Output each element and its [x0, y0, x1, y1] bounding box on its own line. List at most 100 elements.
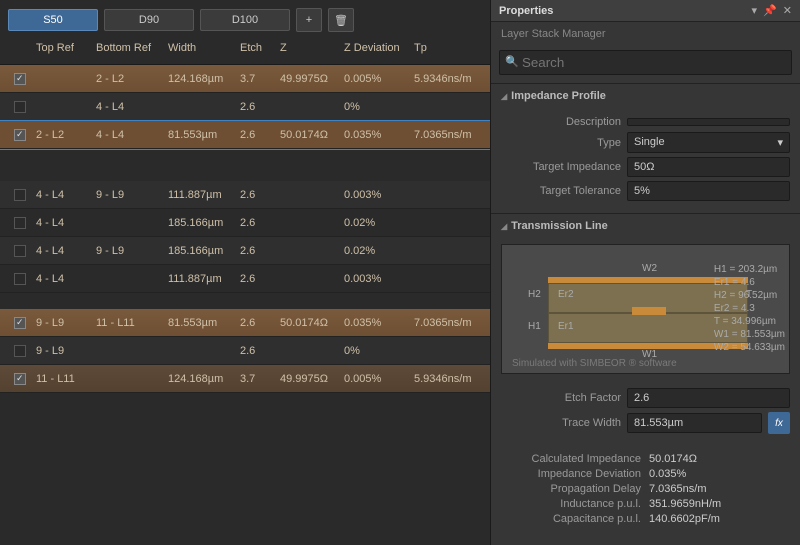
col-z-deviation[interactable]: Z Deviation [340, 40, 410, 56]
cell-tp: 5.9346ns/m [410, 371, 482, 387]
field-etch-factor[interactable]: 2.6 [627, 388, 790, 408]
cell-z [276, 249, 340, 253]
field-target-impedance[interactable]: 50Ω [627, 157, 790, 177]
row-checkbox[interactable] [14, 129, 26, 141]
chevron-down-icon: ▾ [777, 136, 783, 149]
cell-top-ref: 9 - L9 [32, 315, 92, 331]
pin-icon[interactable]: 📌 [763, 4, 777, 17]
table-row[interactable]: 4 - L42.60% [0, 93, 490, 121]
result-value: 50.0174Ω [649, 453, 697, 465]
cell-etch: 2.6 [236, 315, 276, 331]
cell-top-ref: 11 - L11 [32, 371, 92, 387]
table-row[interactable]: 11 - L11124.168µm3.749.9975Ω0.005%5.9346… [0, 365, 490, 393]
label-target-tolerance: Target Tolerance [501, 185, 621, 197]
simulation-note: Simulated with SIMBEOR ® software [512, 358, 677, 369]
cell-bottom-ref: 2 - L2 [92, 71, 164, 87]
row-checkbox[interactable] [14, 73, 26, 85]
cell-bottom-ref: 9 - L9 [92, 187, 164, 203]
col-tp[interactable]: Tp [410, 40, 482, 56]
cell-width: 185.166µm [164, 243, 236, 259]
row-checkbox[interactable] [14, 345, 26, 357]
cell-z: 50.0174Ω [276, 127, 340, 143]
result-label: Impedance Deviation [501, 468, 641, 480]
row-checkbox[interactable] [14, 217, 26, 229]
col-width[interactable]: Width [164, 40, 236, 56]
col-z[interactable]: Z [276, 40, 340, 56]
table-row[interactable]: 2 - L24 - L481.553µm2.650.0174Ω0.035%7.0… [0, 121, 490, 149]
label-description: Description [501, 116, 621, 128]
col-top-ref[interactable]: Top Ref [32, 40, 92, 56]
cell-width: 111.887µm [164, 187, 236, 203]
tab-d90[interactable]: D90 [104, 9, 194, 31]
cell-top-ref [32, 105, 92, 109]
fx-button[interactable]: fx [768, 412, 790, 434]
table-header: Top Ref Bottom Ref Width Etch Z Z Deviat… [0, 36, 490, 65]
cell-zd: 0.035% [340, 315, 410, 331]
cell-zd: 0% [340, 99, 410, 115]
table-row[interactable]: 2 - L2124.168µm3.749.9975Ω0.005%5.9346ns… [0, 65, 490, 93]
row-checkbox[interactable] [14, 101, 26, 113]
cell-z [276, 193, 340, 197]
cell-etch: 2.6 [236, 127, 276, 143]
table-row[interactable]: 4 - L49 - L9185.166µm2.60.02% [0, 237, 490, 265]
section-impedance-profile[interactable]: Impedance Profile [491, 84, 800, 108]
cell-width: 81.553µm [164, 127, 236, 143]
cell-width [164, 105, 236, 109]
result-label: Calculated Impedance [501, 453, 641, 465]
cell-zd: 0.003% [340, 271, 410, 287]
cell-zd: 0.005% [340, 371, 410, 387]
cell-bottom-ref: 4 - L4 [92, 127, 164, 143]
tab-s50[interactable]: S50 [8, 9, 98, 31]
table-row[interactable]: 4 - L4111.887µm2.60.003% [0, 265, 490, 293]
cell-z: 50.0174Ω [276, 315, 340, 331]
row-checkbox[interactable] [14, 189, 26, 201]
table-row[interactable]: 9 - L9 2.6 0% [0, 337, 490, 365]
col-bottom-ref[interactable]: Bottom Ref [92, 40, 164, 56]
dock-icon[interactable]: ▾ [752, 4, 758, 17]
cell-top-ref: 4 - L4 [32, 271, 92, 287]
cell-zd: 0% [340, 343, 410, 359]
cell-top-ref [32, 77, 92, 81]
table-body: 2 - L2124.168µm3.749.9975Ω0.005%5.9346ns… [0, 65, 490, 545]
table-row[interactable]: 4 - L4185.166µm2.60.02% [0, 209, 490, 237]
cell-top-ref: 4 - L4 [32, 215, 92, 231]
table-row[interactable]: 4 - L49 - L9111.887µm2.60.003% [0, 181, 490, 209]
cell-z [276, 277, 340, 281]
cell-z: 49.9975Ω [276, 71, 340, 87]
delete-profile-button[interactable]: 🗑 [328, 8, 354, 32]
result-label: Propagation Delay [501, 483, 641, 495]
cell-etch: 2.6 [236, 343, 276, 359]
table-row[interactable]: 9 - L911 - L1181.553µm2.650.0174Ω0.035%7… [0, 309, 490, 337]
cell-bottom-ref: 4 - L4 [92, 99, 164, 115]
profile-tabs: S50 D90 D100 + 🗑 [0, 0, 490, 36]
row-checkbox[interactable] [14, 317, 26, 329]
section-transmission-line[interactable]: Transmission Line [491, 214, 800, 238]
field-trace-width[interactable]: 81.553µm [627, 413, 762, 433]
add-profile-button[interactable]: + [296, 8, 322, 32]
close-icon[interactable]: ✕ [783, 4, 792, 17]
result-value: 140.6602pF/m [649, 513, 720, 525]
cell-zd: 0.02% [340, 215, 410, 231]
field-target-tolerance[interactable]: 5% [627, 181, 790, 201]
cell-zd: 0.005% [340, 71, 410, 87]
cell-bottom-ref [92, 349, 164, 353]
cell-top-ref: 9 - L9 [32, 343, 92, 359]
result-label: Inductance p.u.l. [501, 498, 641, 510]
cell-tp [410, 221, 482, 225]
cell-z [276, 221, 340, 225]
col-etch[interactable]: Etch [236, 40, 276, 56]
row-checkbox[interactable] [14, 273, 26, 285]
cell-z [276, 349, 340, 353]
search-input[interactable] [499, 50, 792, 75]
cell-bottom-ref: 9 - L9 [92, 243, 164, 259]
cell-zd: 0.003% [340, 187, 410, 203]
cell-top-ref: 2 - L2 [32, 127, 92, 143]
row-checkbox[interactable] [14, 373, 26, 385]
cell-width: 124.168µm [164, 71, 236, 87]
field-description[interactable] [627, 118, 790, 126]
field-type-select[interactable]: Single ▾ [627, 132, 790, 153]
tab-d100[interactable]: D100 [200, 9, 290, 31]
label-trace-width: Trace Width [501, 417, 621, 429]
row-checkbox[interactable] [14, 245, 26, 257]
cell-width: 111.887µm [164, 271, 236, 287]
